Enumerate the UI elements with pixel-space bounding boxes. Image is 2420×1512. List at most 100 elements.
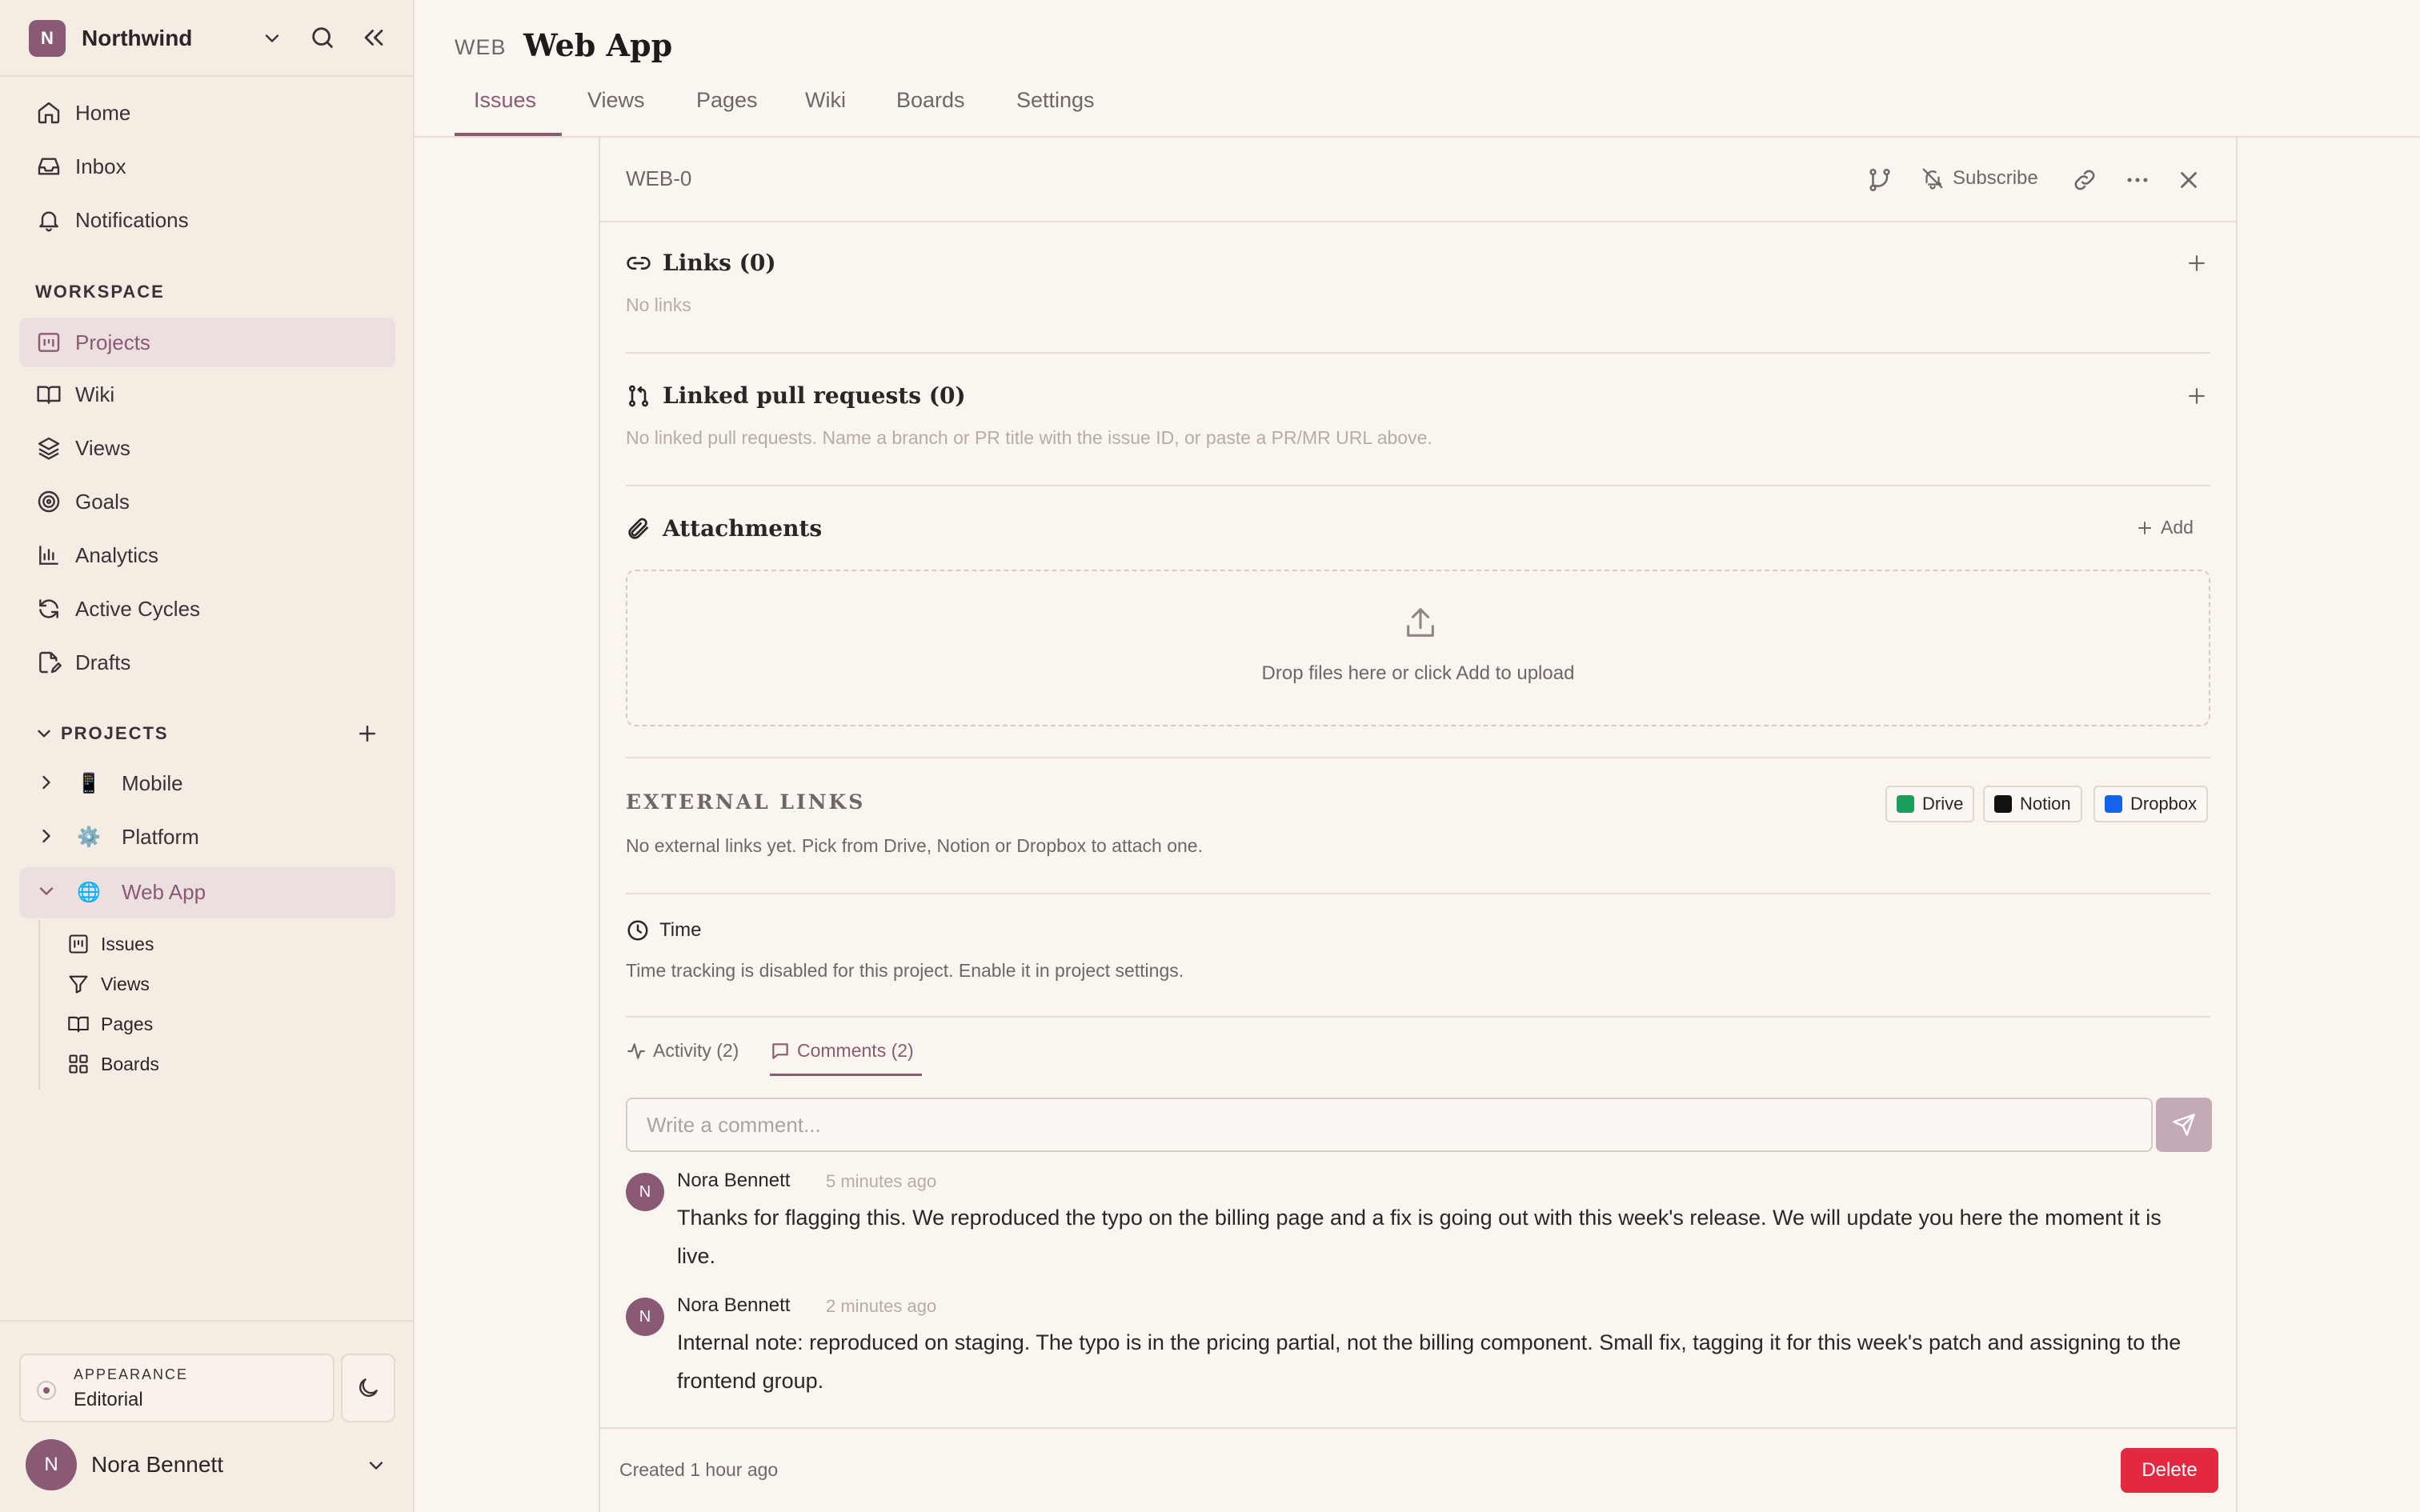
nav-item-label: Goals [75,489,130,514]
add-link-icon[interactable] [2185,251,2209,275]
chevron-down-icon[interactable] [365,1454,387,1477]
branch-icon[interactable] [1866,166,1893,194]
nav-item-wiki[interactable]: Wiki [19,370,395,419]
issue-detail-panel: WEB-0 Subscribe Links (0) No links Linke… [599,138,2238,1512]
nav-item-inbox[interactable]: Inbox [19,142,395,191]
created-timestamp: Created 1 hour ago [619,1459,779,1480]
pull-requests-title: Linked pull requests (0) [663,382,966,409]
book-icon [35,381,62,408]
add-pull-request-icon[interactable] [2185,384,2209,408]
add-attachment-button[interactable]: Add [2135,517,2194,538]
bar-chart-icon [35,542,62,569]
chip-label: Dropbox [2130,794,2198,814]
sub-item-label: Boards [101,1053,159,1074]
pull-requests-empty-text: No linked pull requests. Name a branch o… [626,427,1432,448]
project-item-mobile[interactable]: 📱 Mobile [19,758,395,810]
time-section-title: Time [626,918,701,942]
workspace-section-title: WORKSPACE [35,282,165,302]
tab-activity[interactable]: Activity (2) [626,1040,739,1062]
sub-item-views[interactable]: Views [67,966,150,1002]
project-item-platform[interactable]: ⚙️ Platform [19,812,395,863]
links-empty-text: No links [626,294,691,315]
tab-boards[interactable]: Boards [896,88,965,113]
comment-text: Internal note: reproduced on staging. Th… [677,1330,2182,1393]
theme-toggle-button[interactable] [341,1354,395,1422]
tab-activity-label: Activity (2) [653,1040,739,1061]
sub-item-boards[interactable]: Boards [67,1046,159,1082]
workspace-switcher[interactable]: N Northwind [29,19,389,58]
appearance-selector[interactable]: APPEARANCE Editorial [19,1354,335,1422]
nav-item-notifications[interactable]: Notifications [19,195,395,245]
dropbox-chip[interactable]: Dropbox [2093,786,2209,822]
chevron-down-icon[interactable] [261,27,283,50]
nav-item-label: Wiki [75,382,115,406]
nav-item-home[interactable]: Home [19,88,395,138]
file-dropzone[interactable]: Drop files here or click Add to upload [626,570,2210,726]
time-title: Time [659,919,702,941]
search-icon[interactable] [309,24,336,51]
nav-item-views[interactable]: Views [19,423,395,473]
comment-text: Thanks for flagging this. We reproduced … [677,1206,2162,1268]
plus-icon [2135,518,2154,538]
close-icon[interactable] [2175,166,2202,194]
tab-wiki[interactable]: Wiki [805,88,846,113]
external-links-title: EXTERNAL LINKS [626,790,866,814]
chevron-right-icon[interactable] [35,825,58,847]
notion-chip[interactable]: Notion [1983,786,2082,822]
nav-item-goals[interactable]: Goals [19,477,395,526]
sub-item-pages[interactable]: Pages [67,1006,153,1042]
tab-pages[interactable]: Pages [696,88,758,113]
tab-comments[interactable]: Comments (2) [770,1040,914,1062]
links-title: Links (0) [663,250,776,276]
project-key: WEB [455,35,507,59]
nav-item-label: Projects [75,330,150,354]
nav-item-projects[interactable]: Projects [19,318,395,367]
nav-item-drafts[interactable]: Drafts [19,638,395,687]
projects-section-title: PROJECTS [61,723,169,743]
add-project-icon[interactable] [355,722,379,746]
section-divider [626,757,2210,758]
tab-settings[interactable]: Settings [1016,88,1095,113]
link-icon[interactable] [2071,166,2098,194]
comment-author: Nora Bennett [677,1170,791,1191]
panel-header-divider [600,221,2236,222]
nav-item-analytics[interactable]: Analytics [19,530,395,580]
upload-icon [1402,605,1439,642]
chip-label: Drive [1922,794,1964,814]
filter-icon [67,973,90,995]
layers-icon [35,434,62,462]
project-emoji: 🌐 [77,882,101,903]
comment-icon [770,1041,791,1062]
pull-requests-section-title: Linked pull requests (0) [626,382,966,409]
project-item-web-app[interactable]: 🌐 Web App [19,867,395,918]
grid-icon [67,1053,90,1075]
more-options-icon[interactable] [2124,166,2151,194]
bell-icon [35,206,62,234]
attachments-title: Attachments [663,515,823,542]
draft-icon [35,649,62,676]
chevron-down-icon[interactable] [34,723,54,744]
delete-button[interactable]: Delete [2121,1448,2218,1493]
comment-input[interactable] [626,1098,2153,1152]
nav-item-label: Home [75,100,131,125]
tab-issues[interactable]: Issues [474,88,536,113]
chevron-down-icon[interactable] [35,880,58,902]
clock-icon [626,918,650,942]
subscribe-button[interactable]: Subscribe [1921,166,2038,190]
project-emoji: 📱 [77,773,101,794]
sub-item-issues[interactable]: Issues [67,926,154,962]
send-comment-button[interactable] [2156,1098,2212,1152]
attachments-section-title: Attachments [626,515,822,542]
tab-comments-label: Comments (2) [797,1040,914,1061]
footer-divider [600,1427,2236,1429]
comment-timestamp: 5 minutes ago [826,1171,937,1191]
chevron-right-icon[interactable] [35,771,58,794]
nav-item-active-cycles[interactable]: Active Cycles [19,584,395,634]
user-menu[interactable]: N Nora Bennett [26,1438,394,1491]
collapse-sidebar-icon[interactable] [360,24,387,51]
nav-item-label: Analytics [75,542,159,567]
book-icon [67,1013,90,1035]
tab-views[interactable]: Views [587,88,645,113]
drive-chip[interactable]: Drive [1885,786,1975,822]
chip-label: Notion [2020,794,2071,814]
